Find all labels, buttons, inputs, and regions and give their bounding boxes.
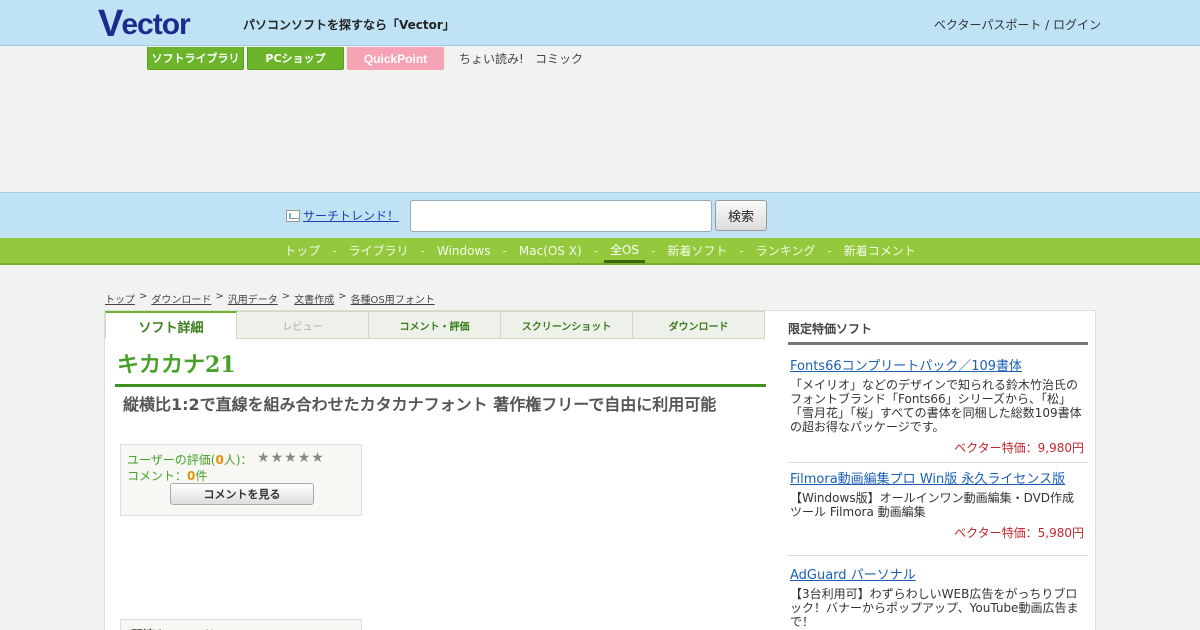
nav-ranking[interactable]: ランキング xyxy=(750,238,822,263)
sidebar-item-desc: 【3台利用可】わずらわしいWEB広告をがっちりブロック！バナーからポップアップ、… xyxy=(790,587,1079,629)
breadcrumb-fonts[interactable]: 各種OS用フォント xyxy=(351,291,435,306)
sidebar-item-price: ベクター特価：5,980円 xyxy=(788,519,1088,556)
title-divider xyxy=(115,384,766,387)
breadcrumb-general-data[interactable]: 汎用データ xyxy=(228,291,278,306)
chart-icon xyxy=(286,209,300,222)
star-icon: ★ xyxy=(284,450,297,466)
breadcrumb-download[interactable]: ダウンロード xyxy=(151,291,211,306)
sidebar-item-link[interactable]: AdGuard パーソナル xyxy=(788,564,1088,583)
breadcrumb: トップ > ダウンロード > 汎用データ > 文書作成 > 各種OS用フォント xyxy=(105,291,435,306)
user-rating: ユーザーの評価(0人)： xyxy=(127,453,253,467)
tab-comments[interactable]: コメント・評価 xyxy=(369,311,501,339)
breadcrumb-top[interactable]: トップ xyxy=(105,291,135,306)
tab-download[interactable]: ダウンロード xyxy=(633,311,765,339)
star-icon: ★ xyxy=(297,450,311,466)
nav-separator: - xyxy=(502,243,507,258)
service-link-comic[interactable]: コミック xyxy=(535,50,583,67)
top-header: V ector パソコンソフトを探すなら「Vector」 ベクターパスポート /… xyxy=(0,0,1200,46)
sidebar-item-desc: 【Windows版】オールインワン動画編集・DVD作成ツール Filmora 動… xyxy=(790,491,1075,519)
nav-separator: - xyxy=(332,243,337,258)
sidebar-item-link[interactable]: Fonts66コンプリートパック／109書体 xyxy=(788,355,1088,374)
nav-windows[interactable]: Windows xyxy=(431,238,497,263)
search-band: サーチトレンド！ 検索 xyxy=(0,192,1200,238)
vector-logo[interactable]: V ector xyxy=(98,3,191,45)
search-button[interactable]: 検索 xyxy=(715,200,767,231)
nav-separator: - xyxy=(651,243,656,258)
service-tabs: ソフトライブラリ PCショップ QuickPoint xyxy=(147,47,444,70)
main-nav: トップ - ライブラリ - Windows - Mac(OS X) - 全OS … xyxy=(0,238,1200,265)
service-link-choiyomi[interactable]: ちょい読み! xyxy=(459,50,524,67)
nav-new-software[interactable]: 新着ソフト xyxy=(661,238,733,263)
service-tab-library[interactable]: ソフトライブラリ xyxy=(147,47,244,70)
logo-v-letter: V xyxy=(98,3,123,45)
sidebar-item-desc: 「メイリオ」などのデザインで知られる鈴木竹治氏のフォントブランド「Fonts66… xyxy=(790,378,1082,434)
comment-count-line: コメント：0件 xyxy=(127,469,208,483)
nav-mac[interactable]: Mac(OS X) xyxy=(513,238,588,263)
logo-wordmark: ector xyxy=(121,8,190,41)
search-trend-label: サーチトレンド！ xyxy=(303,209,400,223)
passport-login-link[interactable]: ベクターパスポート / ログイン xyxy=(934,16,1101,33)
sidebar-item-price: ベクター特価：9,980円 xyxy=(788,434,1088,463)
nav-separator: - xyxy=(593,243,598,258)
software-catchcopy: 縦横比1:2で直線を組み合わせたカタカナフォント 著作権フリーで自由に利用可能 xyxy=(123,395,717,414)
star-icon: ★ xyxy=(257,450,270,466)
site-tagline: パソコンソフトを探すなら「Vector」 xyxy=(243,18,455,32)
search-trend-link[interactable]: サーチトレンド！ xyxy=(286,207,399,224)
view-comments-button[interactable]: コメントを見る xyxy=(170,483,314,505)
software-title: キカカナ21 xyxy=(117,352,236,378)
breadcrumb-document[interactable]: 文書作成 xyxy=(294,291,334,306)
sidebar-heading: 限定特価ソフト xyxy=(788,320,1088,345)
related-keywords: 関連キーワード xyxy=(120,619,362,630)
detail-tabs: ソフト詳細 レビュー コメント・評価 スクリーンショット ダウンロード xyxy=(105,311,766,339)
nav-all-os[interactable]: 全OS xyxy=(603,238,646,263)
service-tab-quickpoint[interactable]: QuickPoint xyxy=(347,47,444,70)
rating-stars: ★ ★ ★ ★ ★ xyxy=(257,450,324,466)
tab-screenshots[interactable]: スクリーンショット xyxy=(501,311,633,339)
sidebar-item-link[interactable]: Filmora動画編集プロ Win版 永久ライセンス版 xyxy=(788,468,1088,487)
main-content: ソフト詳細 レビュー コメント・評価 スクリーンショット ダウンロード キカカナ… xyxy=(104,310,1096,630)
star-icon: ★ xyxy=(311,450,324,466)
rating-count: 0 xyxy=(215,453,224,467)
sidebar-item: AdGuard パーソナル 【3台利用可】わずらわしいWEB広告をがっちりブロッ… xyxy=(788,564,1088,629)
rating-box: ユーザーの評価(0人)： ★ ★ ★ ★ ★ コメント：0件 コメントを見る xyxy=(120,444,362,516)
nav-library[interactable]: ライブラリ xyxy=(343,238,415,263)
nav-separator: - xyxy=(420,243,425,258)
nav-separator: - xyxy=(739,243,744,258)
nav-new-comments[interactable]: 新着コメント xyxy=(838,238,922,263)
service-tab-pcshop[interactable]: PCショップ xyxy=(247,47,344,70)
search-input[interactable] xyxy=(410,200,712,232)
sidebar-item: Fonts66コンプリートパック／109書体 「メイリオ」などのデザインで知られ… xyxy=(788,355,1088,463)
tab-review: レビュー xyxy=(237,311,369,339)
sidebar-item: Filmora動画編集プロ Win版 永久ライセンス版 【Windows版】オー… xyxy=(788,468,1088,556)
tab-software-detail[interactable]: ソフト詳細 xyxy=(105,311,237,339)
star-icon: ★ xyxy=(270,450,284,466)
nav-separator: - xyxy=(827,243,832,258)
nav-top[interactable]: トップ xyxy=(278,238,326,263)
